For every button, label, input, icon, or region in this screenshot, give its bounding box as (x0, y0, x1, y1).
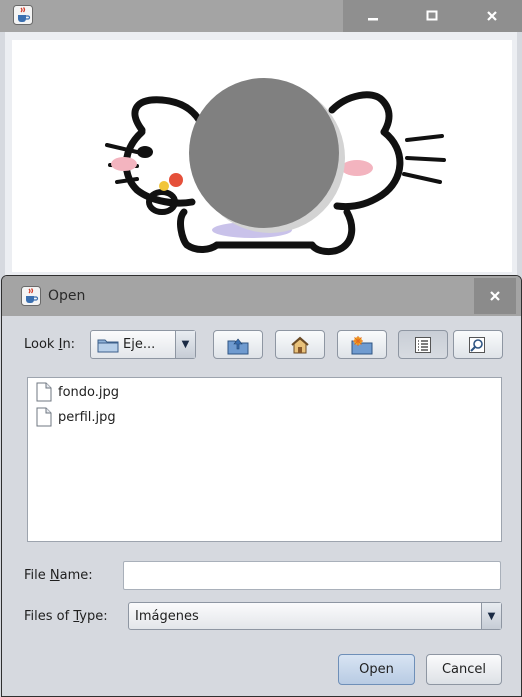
file-name: fondo.jpg (58, 384, 119, 400)
chevron-down-icon[interactable]: ▼ (175, 331, 195, 358)
open-dialog: Open Look In: Eje... ▼ fondo.jpg perfil.… (1, 275, 522, 697)
file-icon (36, 382, 52, 402)
chevron-down-icon[interactable]: ▼ (481, 603, 501, 629)
file-icon (36, 407, 52, 427)
close-button[interactable] (461, 0, 522, 32)
up-folder-icon (227, 338, 249, 354)
home-button[interactable] (275, 330, 325, 359)
details-view-icon (469, 336, 485, 353)
file-type-value: Imágenes (135, 609, 199, 624)
main-titlebar[interactable] (0, 0, 522, 32)
java-cup-icon (21, 286, 41, 310)
maximize-icon (426, 10, 437, 21)
home-icon (291, 336, 309, 353)
list-item[interactable]: fondo.jpg (36, 382, 119, 402)
file-list[interactable]: fondo.jpg perfil.jpg (27, 377, 502, 542)
java-cup-icon (13, 5, 33, 29)
new-folder-icon (351, 335, 373, 354)
files-of-type-label: Files of Type: (24, 609, 108, 624)
dialog-close-button[interactable] (474, 278, 516, 314)
dialog-titlebar[interactable]: Open (2, 276, 521, 316)
new-folder-button[interactable] (337, 330, 387, 359)
details-view-button[interactable] (453, 330, 503, 359)
file-name-input[interactable] (123, 561, 501, 590)
open-button[interactable]: Open (338, 654, 415, 685)
image-canvas (12, 40, 512, 272)
list-view-button[interactable] (398, 330, 448, 359)
dialog-title: Open (48, 288, 86, 304)
close-icon (490, 291, 500, 301)
look-in-combo[interactable]: Eje... ▼ (90, 330, 196, 359)
up-folder-button[interactable] (213, 330, 263, 359)
minimize-icon (367, 18, 378, 21)
file-type-combo[interactable]: Imágenes ▼ (128, 602, 502, 630)
maximize-button[interactable] (402, 0, 461, 32)
minimize-button[interactable] (343, 0, 402, 32)
cancel-button[interactable]: Cancel (426, 654, 502, 685)
look-in-label: Look In: (24, 337, 76, 352)
list-view-icon (415, 336, 431, 353)
kitty-drawing (105, 78, 446, 256)
close-icon (486, 11, 497, 21)
list-item[interactable]: perfil.jpg (36, 407, 116, 427)
look-in-value: Eje... (123, 337, 156, 352)
file-name: perfil.jpg (58, 409, 116, 425)
file-name-label: File Name: (24, 568, 93, 583)
folder-icon (97, 337, 119, 357)
